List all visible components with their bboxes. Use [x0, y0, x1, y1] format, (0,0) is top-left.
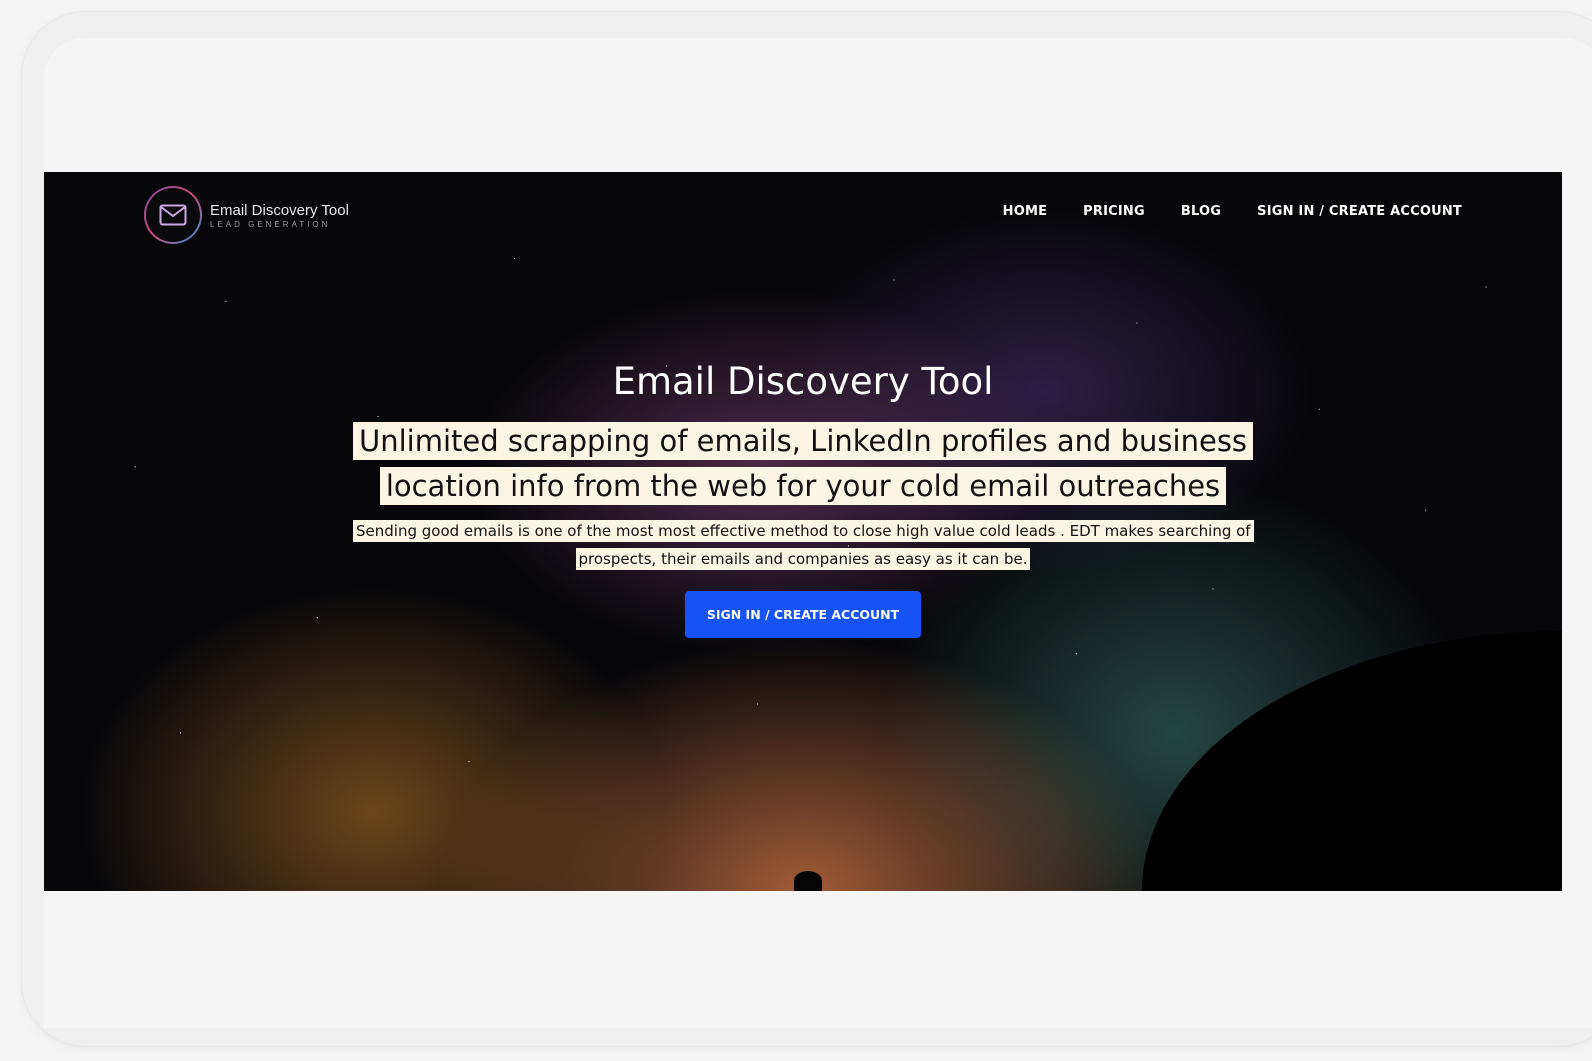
hero-section: Email Discovery Tool LEAD GENERATION HOM… — [44, 172, 1562, 891]
brand-logo[interactable]: Email Discovery Tool LEAD GENERATION — [144, 186, 349, 244]
navbar: Email Discovery Tool LEAD GENERATION HOM… — [44, 172, 1562, 262]
nav-sign-in[interactable]: SIGN IN / CREATE ACCOUNT — [1257, 204, 1462, 219]
nav-home[interactable]: HOME — [1003, 204, 1048, 219]
hero-description: Sending good emails is one of the most m… — [353, 517, 1254, 573]
brand-name: Email Discovery Tool — [210, 201, 349, 219]
hero-title: Email Discovery Tool — [612, 360, 994, 403]
brand-tagline: LEAD GENERATION — [210, 219, 331, 229]
hero-content: Email Discovery Tool Unlimited scrapping… — [44, 360, 1562, 638]
person-silhouette — [794, 871, 822, 891]
envelope-icon — [144, 186, 202, 244]
nav-links: HOME PRICING BLOG SIGN IN / CREATE ACCOU… — [1003, 204, 1462, 219]
nav-pricing[interactable]: PRICING — [1083, 204, 1145, 219]
nav-blog[interactable]: BLOG — [1181, 204, 1221, 219]
brand-text: Email Discovery Tool LEAD GENERATION — [210, 202, 349, 229]
hero-description-text: Sending good emails is one of the most m… — [353, 520, 1254, 570]
hero-subtitle-text: Unlimited scrapping of emails, LinkedIn … — [353, 422, 1254, 505]
hero-subtitle: Unlimited scrapping of emails, LinkedIn … — [353, 419, 1254, 509]
sign-in-create-account-button[interactable]: SIGN IN / CREATE ACCOUNT — [684, 591, 922, 638]
